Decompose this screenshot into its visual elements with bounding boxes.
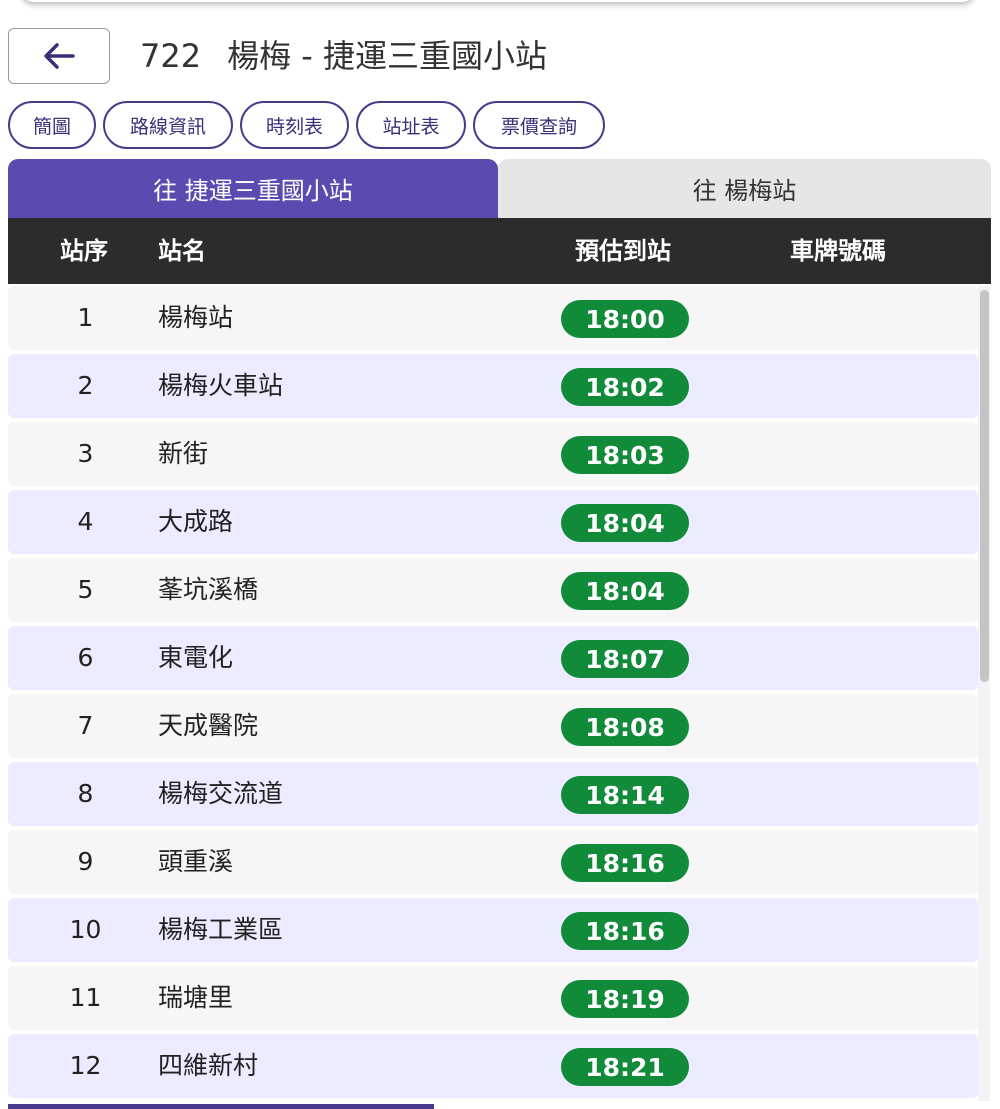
tab-direction-sanchong[interactable]: 往 捷運三重國小站	[8, 159, 498, 218]
stop-seq: 3	[77, 439, 94, 468]
pill-timetable[interactable]: 時刻表	[240, 101, 349, 149]
top-app-bar	[20, 0, 976, 2]
table-row[interactable]: 12 四維新村 18:21	[8, 1034, 978, 1098]
direction-tabs: 往 捷運三重國小站 往 楊梅站	[8, 159, 991, 218]
eta-badge: 18:04	[561, 504, 689, 542]
stop-seq: 7	[77, 711, 94, 740]
table-row[interactable]: 6 東電化 18:07	[8, 626, 978, 690]
table-row[interactable]: 10 楊梅工業區 18:16	[8, 898, 978, 962]
eta-badge: 18:08	[561, 708, 689, 746]
pill-route-info[interactable]: 路線資訊	[103, 101, 233, 149]
eta-badge: 18:07	[561, 640, 689, 678]
table-header: 站序 站名 預估到站 車牌號碼	[8, 218, 991, 284]
stop-name: 楊梅站	[158, 303, 234, 332]
stop-name: 天成醫院	[158, 711, 259, 740]
scrollbar-thumb[interactable]	[980, 290, 989, 682]
stop-name: 楊梅火車站	[158, 371, 284, 400]
eta-badge: 18:16	[561, 844, 689, 882]
back-button[interactable]	[8, 28, 110, 84]
header-seq: 站序	[60, 237, 108, 265]
eta-badge: 18:04	[561, 572, 689, 610]
stop-name: 頭重溪	[158, 847, 234, 876]
stop-name: 新街	[158, 439, 209, 468]
pill-stop-addresses[interactable]: 站址表	[356, 101, 466, 149]
stop-name: 大成路	[158, 507, 234, 536]
eta-badge: 18:16	[561, 912, 689, 950]
pill-fare-lookup[interactable]: 票價查詢	[473, 101, 605, 149]
stop-seq: 4	[77, 507, 94, 536]
eta-badge: 18:14	[561, 776, 689, 814]
stop-seq: 11	[69, 983, 102, 1012]
stop-seq: 12	[69, 1051, 102, 1080]
header-plate: 車牌號碼	[790, 237, 886, 265]
stop-name: 楊梅交流道	[158, 779, 284, 808]
stop-name: 東電化	[158, 643, 234, 672]
scroll-progress-bar	[8, 1104, 434, 1109]
table-row[interactable]: 7 天成醫院 18:08	[8, 694, 978, 758]
stop-name: 四維新村	[158, 1051, 259, 1080]
table-row[interactable]: 11 瑞塘里 18:19	[8, 966, 978, 1030]
stop-seq: 5	[77, 575, 94, 604]
table-row[interactable]: 2 楊梅火車站 18:02	[8, 354, 978, 418]
eta-badge: 18:19	[561, 980, 689, 1018]
tab-direction-yangmei[interactable]: 往 楊梅站	[498, 159, 991, 218]
route-number: 722	[140, 37, 202, 75]
table-row[interactable]: 9 頭重溪 18:16	[8, 830, 978, 894]
pill-diagram[interactable]: 簡圖	[8, 101, 96, 149]
eta-badge: 18:02	[561, 368, 689, 406]
eta-badge: 18:00	[561, 300, 689, 338]
stop-seq: 9	[77, 847, 94, 876]
stop-seq: 6	[77, 643, 94, 672]
stop-name: 莑坑溪橋	[158, 575, 259, 604]
stop-seq: 2	[77, 371, 94, 400]
stop-seq: 8	[77, 779, 94, 808]
header-eta: 預估到站	[575, 237, 671, 265]
table-row[interactable]: 3 新街 18:03	[8, 422, 978, 486]
stop-name: 瑞塘里	[158, 983, 234, 1012]
header-name: 站名	[158, 237, 206, 265]
arrow-left-icon	[44, 43, 75, 69]
stop-list: 1 楊梅站 18:00 2 楊梅火車站 18:02 3 新街 18:03 4 大成路 18:04 5 莑坑…	[8, 286, 978, 1101]
table-row[interactable]: 8 楊梅交流道 18:14	[8, 762, 978, 826]
page-title: 722 楊梅 - 捷運三重國小站	[140, 35, 547, 77]
stop-seq: 10	[69, 915, 102, 944]
eta-badge: 18:03	[561, 436, 689, 474]
table-row[interactable]: 5 莑坑溪橋 18:04	[8, 558, 978, 622]
eta-badge: 18:21	[561, 1048, 689, 1086]
table-row[interactable]: 1 楊梅站 18:00	[8, 286, 978, 350]
stop-seq: 1	[77, 303, 94, 332]
table-row[interactable]: 4 大成路 18:04	[8, 490, 978, 554]
route-name: 楊梅 - 捷運三重國小站	[227, 37, 547, 75]
stop-name: 楊梅工業區	[158, 915, 284, 944]
